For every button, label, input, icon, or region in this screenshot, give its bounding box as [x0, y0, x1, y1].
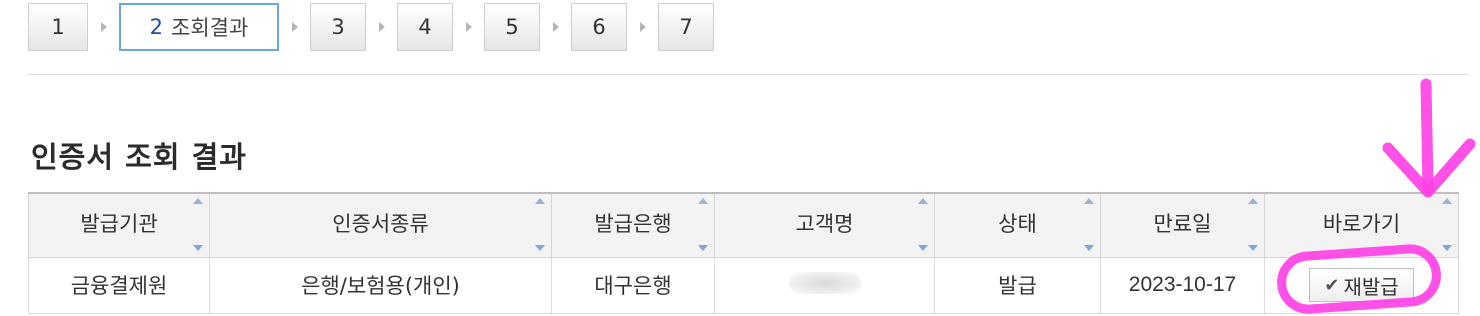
down-arrow-annotation — [1382, 78, 1476, 198]
redacted-name — [788, 271, 861, 294]
step-5[interactable]: 5 — [484, 3, 540, 51]
step-separator-icon — [627, 22, 658, 32]
step-separator-icon — [279, 22, 310, 32]
cell-expiry: 2023-10-17 — [1100, 257, 1265, 314]
cell-issuer: 금융결제원 — [28, 257, 210, 314]
column-header-bank[interactable]: 발급은행 — [551, 192, 715, 258]
sort-asc-icon[interactable] — [193, 198, 203, 204]
certificate-table: 발급기관 인증서종류 발급은행 고객명 상태 만료일 바로가기 금융결제원 은행… — [28, 192, 1459, 314]
cell-customer — [714, 257, 935, 314]
cell-cert-type: 은행/보험용(개인) — [209, 257, 552, 314]
step-separator-icon — [453, 22, 484, 32]
step-separator-icon — [540, 22, 571, 32]
sort-desc-icon[interactable] — [1084, 244, 1094, 251]
column-header-issuer[interactable]: 발급기관 — [28, 192, 210, 258]
step-7[interactable]: 7 — [658, 3, 714, 51]
sort-asc-icon[interactable] — [698, 198, 708, 204]
step-1[interactable]: 1 — [28, 3, 88, 51]
sort-desc-icon[interactable] — [535, 244, 545, 251]
column-header-customer[interactable]: 고객명 — [714, 192, 935, 258]
sort-asc-icon[interactable] — [918, 198, 928, 204]
step-2-current[interactable]: 2 조회결과 — [119, 3, 279, 51]
column-header-status[interactable]: 상태 — [934, 192, 1101, 258]
step-3[interactable]: 3 — [310, 3, 366, 51]
page-title: 인증서 조회 결과 — [31, 140, 247, 174]
step-separator-icon — [88, 22, 119, 32]
cell-bank: 대구은행 — [551, 257, 715, 314]
table-header-row: 발급기관 인증서종류 발급은행 고객명 상태 만료일 바로가기 — [28, 192, 1459, 258]
sort-desc-icon[interactable] — [1442, 244, 1452, 251]
sort-asc-icon[interactable] — [1248, 198, 1258, 204]
cell-status: 발급 — [934, 257, 1101, 314]
sort-desc-icon[interactable] — [698, 244, 708, 251]
sort-desc-icon[interactable] — [1248, 244, 1258, 251]
sort-desc-icon[interactable] — [193, 244, 203, 251]
step-indicator: 1 2 조회결과 3 4 5 6 7 — [28, 0, 714, 54]
column-header-cert-type[interactable]: 인증서종류 — [209, 192, 552, 258]
highlight-circle-annotation — [1275, 242, 1443, 316]
step-4[interactable]: 4 — [397, 3, 453, 51]
sort-desc-icon[interactable] — [918, 244, 928, 251]
step-separator-icon — [366, 22, 397, 32]
sort-asc-icon[interactable] — [535, 198, 545, 204]
divider — [28, 74, 1468, 75]
table-row: 금융결제원 은행/보험용(개인) 대구은행 발급 2023-10-17 ✔ 재발… — [28, 257, 1459, 314]
sort-asc-icon[interactable] — [1084, 198, 1094, 204]
step-6[interactable]: 6 — [571, 3, 627, 51]
column-header-expiry[interactable]: 만료일 — [1100, 192, 1265, 258]
